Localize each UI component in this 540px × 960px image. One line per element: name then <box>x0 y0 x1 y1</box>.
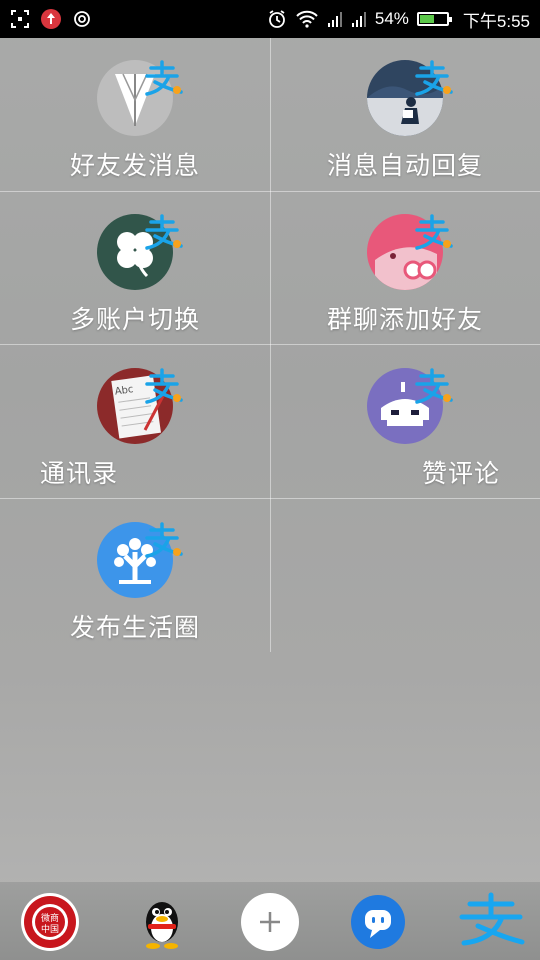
signal-icon <box>351 12 366 27</box>
shortcut-label: 通讯录 <box>40 459 119 488</box>
target-icon <box>74 11 90 27</box>
alarm-icon <box>268 10 285 28</box>
upload-notification-icon <box>41 9 61 29</box>
alipay-badge-icon <box>415 214 453 250</box>
alipay-icon <box>459 892 525 946</box>
qq-penguin-icon <box>146 902 178 949</box>
shortcut-label: 消息自动回复 <box>326 151 483 180</box>
alipay-badge-icon <box>145 368 183 404</box>
alipay-badge-icon <box>415 60 453 96</box>
qq-app[interactable] <box>132 892 192 952</box>
signal-icon <box>327 12 342 27</box>
svg-text:微商: 微商 <box>41 912 59 924</box>
svg-text:中国: 中国 <box>41 923 59 935</box>
alipay-badge-icon <box>145 214 183 250</box>
alipay-badge-icon <box>145 60 183 96</box>
shortcut-contacts[interactable]: Abc 通讯录 <box>0 346 270 500</box>
shortcut-publish-moments[interactable]: 发布生活圈 <box>0 500 270 654</box>
add-button[interactable] <box>240 892 300 952</box>
chat-bubble-icon <box>351 895 405 949</box>
shortcut-label: 发布生活圈 <box>69 613 200 642</box>
wifi-icon <box>296 10 318 28</box>
battery-percent: 54% <box>374 9 409 28</box>
app-dock: 微商 中国 <box>0 882 540 960</box>
shortcut-auto-reply[interactable]: 消息自动回复 <box>270 38 540 192</box>
battery-icon <box>416 12 452 26</box>
shortcut-label: 多账户切换 <box>69 305 200 334</box>
shortcut-label: 好友发消息 <box>69 151 200 180</box>
chat-app[interactable] <box>348 892 408 952</box>
screenshot-icon <box>11 10 29 28</box>
shortcut-grid: 好友发消息 消息自动回复 多账户切换 群聊添加好友 Abc 通讯录 赞评论 发布… <box>0 38 540 654</box>
weishang-china-app[interactable]: 微商 中国 <box>20 892 80 952</box>
clock: 下午5:55 <box>462 11 530 31</box>
weishang-logo-icon: 微商 中国 <box>21 893 79 951</box>
shortcut-label: 群聊添加好友 <box>326 305 483 334</box>
add-icon <box>241 893 299 951</box>
alipay-badge-icon <box>145 522 183 558</box>
status-bar: 54% 下午5:55 <box>0 0 540 38</box>
shortcut-label: 赞评论 <box>421 459 500 488</box>
shortcut-like-comment[interactable]: 赞评论 <box>270 346 540 500</box>
alipay-app[interactable] <box>456 892 526 952</box>
alipay-badge-icon <box>415 368 453 404</box>
shortcut-friend-message[interactable]: 好友发消息 <box>0 38 270 192</box>
shortcut-group-add-friend[interactable]: 群聊添加好友 <box>270 192 540 346</box>
shortcut-multi-account[interactable]: 多账户切换 <box>0 192 270 346</box>
